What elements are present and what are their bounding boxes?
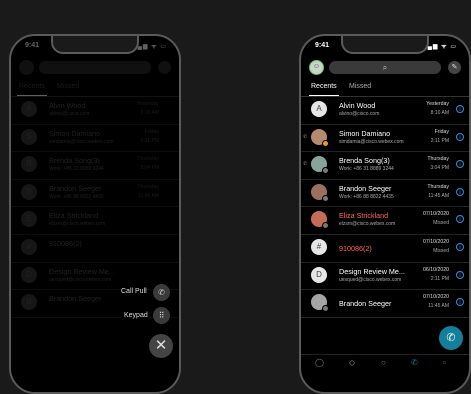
call-time: 11:45 AM — [428, 192, 449, 199]
phone-left: 9:41 ▂▄▆ ᯤ ▭ Recents Missed AAlvin Wooda… — [9, 34, 181, 394]
call-time: Missed — [433, 220, 449, 227]
bottom-nav: ◯ ◇ ○ ✆ ▫ — [301, 354, 469, 375]
call-time: 8:10 AM — [430, 110, 449, 116]
phone-icon: ✆ — [446, 332, 456, 344]
avatar: D — [311, 266, 327, 283]
call-name: Design Review Me... — [339, 266, 405, 276]
call-time: 2:11 PM — [430, 275, 449, 282]
call-name: Eliza Strickland — [339, 211, 389, 221]
call-date: Thursday — [427, 183, 449, 190]
info-icon[interactable]: i — [456, 242, 464, 251]
info-icon[interactable]: i — [456, 105, 464, 113]
status-time: 9:41 — [315, 42, 330, 49]
call-name: Brandon Seeger — [339, 183, 392, 193]
close-fab-button[interactable]: ✕ — [149, 334, 173, 358]
call-sub: elzsm@cisco.webex.com — [339, 221, 396, 228]
tab-bar: Recents Missed — [301, 80, 469, 97]
list-item[interactable]: D Design Review Me... uesqued@cisco.webe… — [301, 263, 469, 291]
presence-badge — [322, 167, 329, 175]
call-date: Friday — [434, 128, 449, 135]
call-name: 910086(2) — [339, 243, 372, 253]
info-icon[interactable]: i — [456, 215, 464, 224]
outgoing-call-icon: ✆ — [303, 161, 308, 168]
notch — [341, 36, 429, 54]
avatar: # — [311, 238, 327, 255]
tab-missed[interactable]: Missed — [349, 83, 371, 90]
close-icon: ✕ — [154, 337, 168, 354]
my-avatar[interactable]: ☺ — [309, 60, 324, 75]
tab-recents[interactable]: Recents — [309, 83, 339, 96]
list-item[interactable]: ✆ Brenda Song(3) Work: +86 31 8889 3244 … — [301, 152, 469, 180]
keypad-icon: ⠿ — [158, 311, 165, 320]
call-sub: Work: +86 31 8889 3244 — [339, 166, 394, 173]
info-icon[interactable]: i — [456, 298, 464, 307]
list-item[interactable]: Brandon Seeger 07/10/2020 11:45 AM i — [301, 290, 469, 318]
call-sub: uesqued@cisco.webex.com — [339, 276, 402, 283]
avatar: A — [311, 101, 327, 117]
call-date: 07/10/2020 — [423, 238, 449, 245]
presence-badge — [322, 139, 329, 147]
call-time: 3:04 PM — [430, 165, 449, 172]
call-time: 2:11 PM — [430, 137, 449, 144]
info-icon[interactable]: i — [456, 187, 464, 196]
call-pull-button[interactable]: ✆ — [153, 284, 170, 301]
phone-right: 9:41 ▂▄▆ ᯤ ▭ ☺ ⌕ ✎ Recents Missed A Alvi… — [299, 34, 471, 394]
call-date: 06/10/2020 — [423, 266, 449, 273]
list-item[interactable]: Brandon Seeger Work: +86 88 8822 4435 Th… — [301, 180, 469, 208]
presence-badge — [322, 305, 329, 313]
list-item[interactable]: # 910086(2) 07/10/2020 Missed i — [301, 235, 469, 263]
call-sub: alvino@cisco.com — [339, 111, 380, 117]
call-pull-icon: ✆ — [158, 288, 165, 297]
call-sub: simdamia@cisco.webex.com — [339, 138, 404, 145]
search-icon: ⌕ — [382, 63, 388, 72]
call-date: 07/10/2020 — [423, 211, 449, 218]
call-fab-button[interactable]: ✆ — [439, 326, 463, 350]
presence-badge — [322, 222, 329, 230]
info-icon[interactable]: i — [456, 160, 464, 169]
list-item[interactable]: Eliza Strickland elzsm@cisco.webex.com 0… — [301, 207, 469, 235]
call-name: Brenda Song(3) — [339, 156, 390, 166]
info-icon[interactable]: i — [456, 270, 464, 279]
call-date: Thursday — [427, 156, 449, 163]
keypad-button[interactable]: ⠿ — [153, 307, 170, 324]
call-name: Brandon Seeger — [339, 299, 392, 309]
list-item[interactable]: ✆ Simon Damiano simdamia@cisco.webex.com… — [301, 125, 469, 153]
recent-calls-list: A Alvin Wood alvino@cisco.com Yesterday … — [301, 97, 469, 318]
info-icon[interactable]: i — [456, 132, 464, 141]
call-time: Missed — [433, 247, 449, 254]
call-name: Simon Damiano — [339, 128, 391, 138]
compose-icon[interactable]: ✎ — [448, 61, 461, 74]
call-name: Alvin Wood — [339, 101, 376, 110]
list-item[interactable]: A Alvin Wood alvino@cisco.com Yesterday … — [301, 97, 469, 125]
outgoing-call-icon: ✆ — [303, 133, 308, 140]
search-bar[interactable]: ⌕ — [329, 61, 441, 74]
call-date: Yesterday — [426, 101, 449, 107]
presence-badge — [322, 194, 329, 202]
call-sub: Work: +86 88 8822 4435 — [339, 193, 394, 200]
keypad-label[interactable]: Keypad — [124, 312, 148, 319]
call-time: 11:45 AM — [428, 303, 449, 310]
call-pull-label[interactable]: Call Pull — [121, 288, 147, 295]
call-date: 07/10/2020 — [423, 294, 449, 301]
fab-menu: Call Pull ✆ Keypad ⠿ ✕ — [11, 36, 179, 392]
